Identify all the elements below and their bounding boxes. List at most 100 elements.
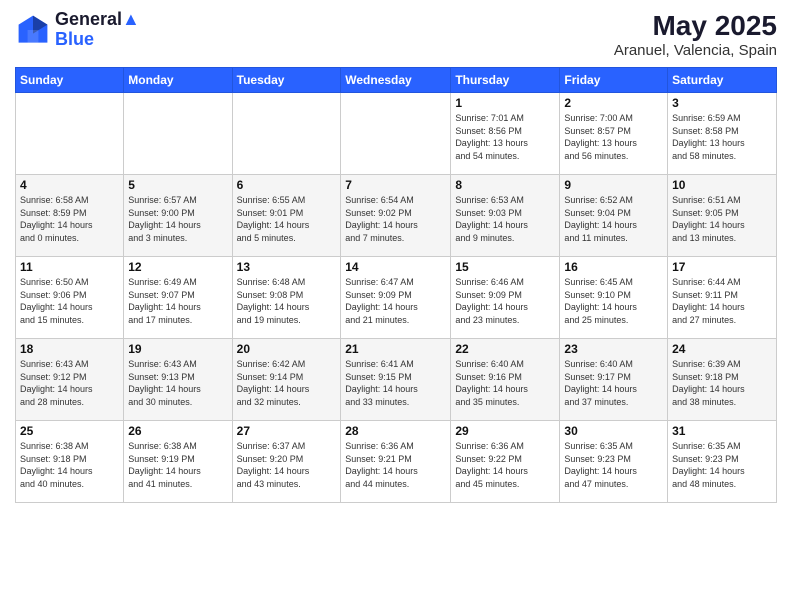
day-number: 15: [455, 260, 555, 274]
weekday-header-row: SundayMondayTuesdayWednesdayThursdayFrid…: [16, 68, 777, 93]
day-number: 19: [128, 342, 227, 356]
day-number: 17: [672, 260, 772, 274]
day-info: Sunrise: 6:43 AM Sunset: 9:13 PM Dayligh…: [128, 358, 227, 408]
day-number: 2: [564, 96, 663, 110]
calendar-cell: 9 Sunrise: 6:52 AM Sunset: 9:04 PM Daylig…: [560, 175, 668, 257]
day-info: Sunrise: 6:36 AM Sunset: 9:22 PM Dayligh…: [455, 440, 555, 490]
logo-icon: [15, 12, 51, 48]
title-block: May 2025 Aranuel, Valencia, Spain: [614, 10, 777, 59]
day-info: Sunrise: 6:50 AM Sunset: 9:06 PM Dayligh…: [20, 276, 119, 326]
day-number: 27: [237, 424, 337, 438]
day-info: Sunrise: 6:36 AM Sunset: 9:21 PM Dayligh…: [345, 440, 446, 490]
calendar-cell: 12 Sunrise: 6:49 AM Sunset: 9:07 PM Dayli…: [124, 257, 232, 339]
day-number: 21: [345, 342, 446, 356]
calendar-cell: 16 Sunrise: 6:45 AM Sunset: 9:10 PM Dayli…: [560, 257, 668, 339]
calendar-cell: 28Sunrise: 6:36 AM Sunset: 9:21 PM Dayli…: [341, 421, 451, 503]
calendar-cell: 3 Sunrise: 6:59 AM Sunset: 8:58 PM Daylig…: [668, 93, 777, 175]
day-info: Sunrise: 6:38 AM Sunset: 9:19 PM Dayligh…: [128, 440, 227, 490]
week-row-1: 1 Sunrise: 7:01 AM Sunset: 8:56 PM Daylig…: [16, 93, 777, 175]
calendar-cell: 29 Sunrise: 6:36 AM Sunset: 9:22 PM Dayli…: [451, 421, 560, 503]
day-number: 26: [128, 424, 227, 438]
day-number: 11: [20, 260, 119, 274]
calendar-cell: 2 Sunrise: 7:00 AM Sunset: 8:57 PM Daylig…: [560, 93, 668, 175]
calendar-cell: 22 Sunrise: 6:40 AM Sunset: 9:16 PM Dayli…: [451, 339, 560, 421]
calendar-cell: 27 Sunrise: 6:37 AM Sunset: 9:20 PM Dayli…: [232, 421, 341, 503]
calendar-cell: 4 Sunrise: 6:58 AM Sunset: 8:59 PM Daylig…: [16, 175, 124, 257]
day-number: 6: [237, 178, 337, 192]
day-info: Sunrise: 6:41 AM Sunset: 9:15 PM Dayligh…: [345, 358, 446, 408]
day-number: 24: [672, 342, 772, 356]
day-number: 7: [345, 178, 446, 192]
day-number: 16: [564, 260, 663, 274]
day-number: 10: [672, 178, 772, 192]
calendar-cell: 23Sunrise: 6:40 AM Sunset: 9:17 PM Dayli…: [560, 339, 668, 421]
day-info: Sunrise: 6:48 AM Sunset: 9:08 PM Dayligh…: [237, 276, 337, 326]
page-subtitle: Aranuel, Valencia, Spain: [614, 42, 777, 59]
calendar-cell: 21 Sunrise: 6:41 AM Sunset: 9:15 PM Dayli…: [341, 339, 451, 421]
day-info: Sunrise: 6:54 AM Sunset: 9:02 PM Dayligh…: [345, 194, 446, 244]
day-info: Sunrise: 6:57 AM Sunset: 9:00 PM Dayligh…: [128, 194, 227, 244]
day-number: 4: [20, 178, 119, 192]
day-number: 9: [564, 178, 663, 192]
week-row-5: 25 Sunrise: 6:38 AM Sunset: 9:18 PM Dayli…: [16, 421, 777, 503]
calendar-cell: 8Sunrise: 6:53 AM Sunset: 9:03 PM Daylig…: [451, 175, 560, 257]
calendar-cell: 20Sunrise: 6:42 AM Sunset: 9:14 PM Dayli…: [232, 339, 341, 421]
page-title: May 2025: [614, 10, 777, 42]
day-info: Sunrise: 6:37 AM Sunset: 9:20 PM Dayligh…: [237, 440, 337, 490]
day-number: 1: [455, 96, 555, 110]
day-info: Sunrise: 7:01 AM Sunset: 8:56 PM Dayligh…: [455, 112, 555, 162]
day-info: Sunrise: 6:43 AM Sunset: 9:12 PM Dayligh…: [20, 358, 119, 408]
calendar-cell: [16, 93, 124, 175]
day-number: 25: [20, 424, 119, 438]
day-number: 22: [455, 342, 555, 356]
calendar-cell: 30Sunrise: 6:35 AM Sunset: 9:23 PM Dayli…: [560, 421, 668, 503]
day-number: 23: [564, 342, 663, 356]
calendar-cell: 25 Sunrise: 6:38 AM Sunset: 9:18 PM Dayli…: [16, 421, 124, 503]
day-info: Sunrise: 6:47 AM Sunset: 9:09 PM Dayligh…: [345, 276, 446, 326]
day-info: Sunrise: 6:52 AM Sunset: 9:04 PM Dayligh…: [564, 194, 663, 244]
day-info: Sunrise: 6:59 AM Sunset: 8:58 PM Dayligh…: [672, 112, 772, 162]
calendar: SundayMondayTuesdayWednesdayThursdayFrid…: [15, 67, 777, 503]
weekday-monday: Monday: [124, 68, 232, 93]
day-info: Sunrise: 6:40 AM Sunset: 9:16 PM Dayligh…: [455, 358, 555, 408]
day-number: 8: [455, 178, 555, 192]
day-info: Sunrise: 6:55 AM Sunset: 9:01 PM Dayligh…: [237, 194, 337, 244]
page: General▲ Blue May 2025 Aranuel, Valencia…: [0, 0, 792, 612]
day-info: Sunrise: 6:38 AM Sunset: 9:18 PM Dayligh…: [20, 440, 119, 490]
calendar-cell: 31Sunrise: 6:35 AM Sunset: 9:23 PM Dayli…: [668, 421, 777, 503]
day-number: 3: [672, 96, 772, 110]
day-number: 20: [237, 342, 337, 356]
calendar-cell: 1 Sunrise: 7:01 AM Sunset: 8:56 PM Daylig…: [451, 93, 560, 175]
calendar-cell: 26 Sunrise: 6:38 AM Sunset: 9:19 PM Dayli…: [124, 421, 232, 503]
calendar-cell: 24 Sunrise: 6:39 AM Sunset: 9:18 PM Dayli…: [668, 339, 777, 421]
weekday-thursday: Thursday: [451, 68, 560, 93]
calendar-cell: 17 Sunrise: 6:44 AM Sunset: 9:11 PM Dayli…: [668, 257, 777, 339]
weekday-friday: Friday: [560, 68, 668, 93]
calendar-cell: 11 Sunrise: 6:50 AM Sunset: 9:06 PM Dayli…: [16, 257, 124, 339]
day-info: Sunrise: 6:39 AM Sunset: 9:18 PM Dayligh…: [672, 358, 772, 408]
calendar-cell: 13Sunrise: 6:48 AM Sunset: 9:08 PM Dayli…: [232, 257, 341, 339]
calendar-cell: 14Sunrise: 6:47 AM Sunset: 9:09 PM Dayli…: [341, 257, 451, 339]
day-info: Sunrise: 6:49 AM Sunset: 9:07 PM Dayligh…: [128, 276, 227, 326]
logo-text: General▲ Blue: [55, 10, 140, 50]
week-row-3: 11 Sunrise: 6:50 AM Sunset: 9:06 PM Dayli…: [16, 257, 777, 339]
calendar-cell: [124, 93, 232, 175]
calendar-cell: [232, 93, 341, 175]
calendar-cell: 6 Sunrise: 6:55 AM Sunset: 9:01 PM Daylig…: [232, 175, 341, 257]
day-number: 12: [128, 260, 227, 274]
day-number: 29: [455, 424, 555, 438]
day-number: 18: [20, 342, 119, 356]
day-number: 5: [128, 178, 227, 192]
day-number: 30: [564, 424, 663, 438]
week-row-4: 18 Sunrise: 6:43 AM Sunset: 9:12 PM Dayli…: [16, 339, 777, 421]
day-info: Sunrise: 6:46 AM Sunset: 9:09 PM Dayligh…: [455, 276, 555, 326]
header: General▲ Blue May 2025 Aranuel, Valencia…: [15, 10, 777, 59]
calendar-cell: [341, 93, 451, 175]
calendar-cell: 18 Sunrise: 6:43 AM Sunset: 9:12 PM Dayli…: [16, 339, 124, 421]
day-info: Sunrise: 6:45 AM Sunset: 9:10 PM Dayligh…: [564, 276, 663, 326]
day-info: Sunrise: 6:58 AM Sunset: 8:59 PM Dayligh…: [20, 194, 119, 244]
calendar-cell: 10Sunrise: 6:51 AM Sunset: 9:05 PM Dayli…: [668, 175, 777, 257]
logo: General▲ Blue: [15, 10, 140, 50]
day-info: Sunrise: 7:00 AM Sunset: 8:57 PM Dayligh…: [564, 112, 663, 162]
day-info: Sunrise: 6:44 AM Sunset: 9:11 PM Dayligh…: [672, 276, 772, 326]
